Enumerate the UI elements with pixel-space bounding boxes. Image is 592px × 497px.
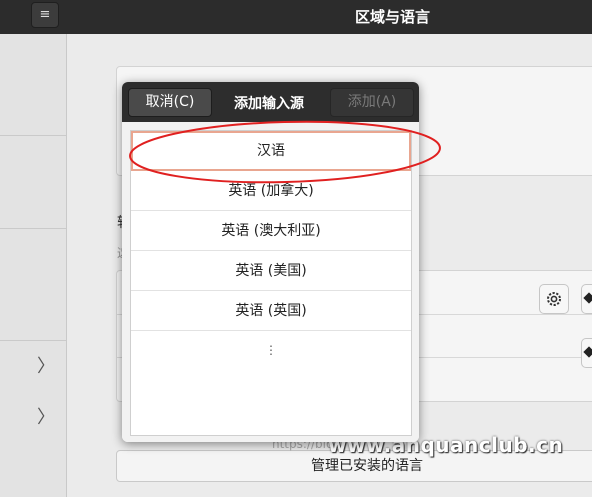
window-title: 区域与语言 (355, 8, 431, 26)
language-item-chinese[interactable]: 汉语 (131, 131, 411, 171)
cancel-button[interactable]: 取消(C) (128, 88, 212, 117)
sidebar-divider (0, 340, 66, 341)
add-button[interactable]: 添加(A) (330, 88, 414, 117)
dialog-header: 取消(C) 添加输入源 添加(A) (122, 82, 419, 122)
language-item-english-uk[interactable]: 英语 (英国) (131, 291, 411, 331)
dialog-body: 汉语 英语 (加拿大) 英语 (澳大利亚) 英语 (美国) 英语 (英国) ⋮ (122, 122, 419, 442)
add-input-source-dialog: 取消(C) 添加输入源 添加(A) 汉语 英语 (加拿大) 英语 (澳大利亚) … (122, 82, 419, 442)
hamburger-menu-icon[interactable]: ≡ (31, 2, 59, 28)
language-item-english-canada[interactable]: 英语 (加拿大) (131, 171, 411, 211)
language-item-english-us[interactable]: 英语 (美国) (131, 251, 411, 291)
header-bar: ≡ 区域与语言 (0, 0, 592, 34)
language-list: 汉语 英语 (加拿大) 英语 (澳大利亚) 英语 (美国) 英语 (英国) ⋮ (130, 130, 412, 436)
more-languages-icon[interactable]: ⋮ (131, 343, 411, 357)
sidebar-divider (0, 228, 66, 229)
gear-icon[interactable] (539, 284, 569, 314)
input-source-options-button[interactable] (581, 338, 592, 368)
chevron-right-icon[interactable]: 〉 (37, 409, 55, 427)
sidebar: 〉 〉 (0, 34, 67, 497)
sidebar-divider (0, 135, 66, 136)
input-source-options-button[interactable] (581, 284, 592, 314)
language-item-english-australia[interactable]: 英语 (澳大利亚) (131, 211, 411, 251)
chevron-right-icon[interactable]: 〉 (37, 358, 55, 376)
dialog-title: 添加输入源 (234, 96, 304, 112)
